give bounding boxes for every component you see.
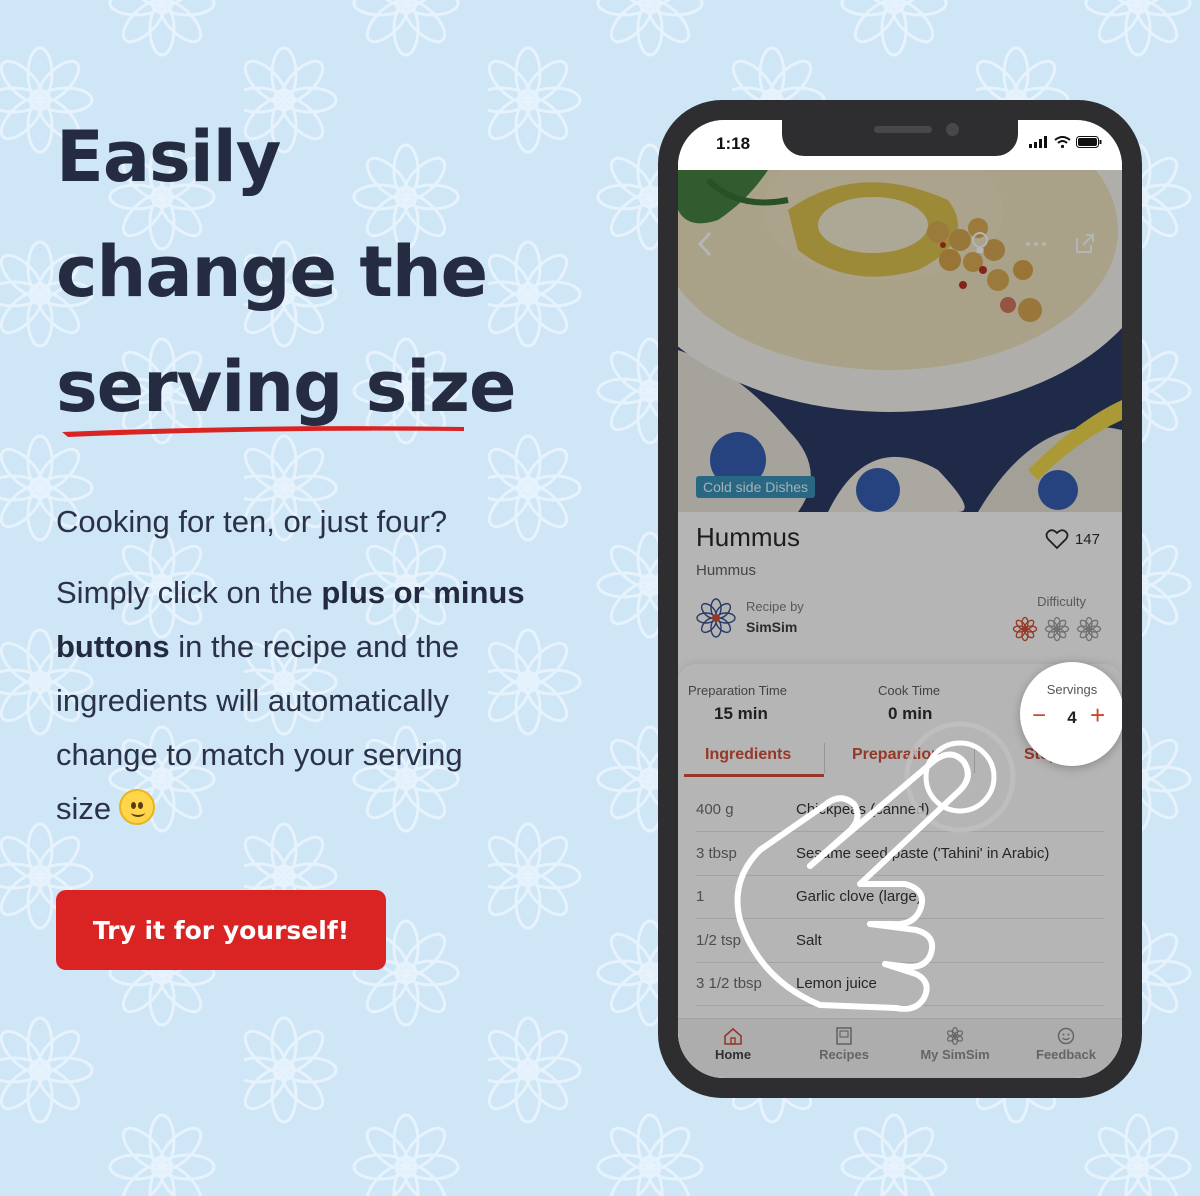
try-it-button[interactable]: Try it for yourself!: [56, 890, 386, 970]
category-tag[interactable]: Cold side Dishes: [696, 476, 816, 498]
recipe-subtitle: Hummus: [696, 562, 757, 579]
nav-my-simsim[interactable]: My SimSim: [905, 1027, 1005, 1062]
intro-question: Cooking for ten, or just four?: [56, 504, 448, 539]
wifi-icon: [1054, 136, 1071, 148]
lightbulb-icon[interactable]: [970, 230, 990, 258]
home-icon: [724, 1027, 742, 1045]
difficulty-label: Difficulty: [1037, 594, 1086, 609]
my-simsim-icon: [946, 1027, 964, 1045]
recipes-icon: [836, 1027, 852, 1045]
status-time: 1:18: [716, 134, 751, 153]
battery-icon: [1076, 136, 1102, 148]
notch: [782, 120, 1018, 156]
headline-line-2: change the: [56, 231, 488, 313]
more-icon[interactable]: [1024, 230, 1048, 258]
servings-control: Servings − 4 +: [1020, 662, 1122, 766]
like-count: 147: [1074, 530, 1100, 548]
headline-line-1: Easily: [56, 116, 281, 198]
author-name[interactable]: SimSim: [746, 619, 797, 635]
recipe-hero-image: [678, 170, 1122, 512]
nav-recipes-label: Recipes: [819, 1047, 869, 1062]
recipe-by-label: Recipe by: [746, 599, 804, 614]
nav-feedback[interactable]: Feedback: [1016, 1027, 1116, 1062]
nav-home[interactable]: Home: [683, 1027, 783, 1062]
headline: Easily change the serving size: [56, 100, 576, 445]
description: Simply click on the plus or minus button…: [56, 566, 526, 836]
tap-hand-icon: [734, 721, 1016, 1012]
servings-label: Servings: [1046, 682, 1098, 697]
smiley-emoji-icon: [119, 789, 156, 825]
share-icon[interactable]: [1074, 230, 1096, 258]
nav-home-label: Home: [714, 1047, 752, 1062]
hero-toolbar: [678, 230, 1122, 264]
hummus-photo-illustration: [678, 170, 1122, 512]
prep-time-label: Preparation Time: [688, 683, 787, 698]
status-bar: 1:18: [678, 120, 1122, 170]
servings-minus-button[interactable]: −: [1032, 702, 1046, 730]
bottom-navigation: Home Recipes My SimSim Feedback: [678, 1018, 1122, 1078]
simsim-logo-icon: [696, 598, 736, 638]
speaker-grille: [874, 126, 932, 133]
servings-value: 4: [1067, 708, 1077, 727]
nav-my-simsim-label: My SimSim: [920, 1047, 990, 1062]
system-icons: [1029, 136, 1102, 148]
heart-icon: [1045, 529, 1069, 550]
difficulty-flower-icon: [1012, 616, 1038, 642]
front-camera: [946, 123, 959, 136]
back-chevron-icon[interactable]: [696, 230, 714, 258]
nav-feedback-label: Feedback: [1036, 1047, 1096, 1062]
recipe-title: Hummus: [696, 522, 801, 552]
headline-underline: [62, 426, 464, 437]
like-button[interactable]: 147: [1045, 528, 1100, 550]
description-part-1: Simply click on the: [56, 575, 322, 610]
feedback-icon: [1057, 1027, 1075, 1045]
nav-recipes[interactable]: Recipes: [794, 1027, 894, 1062]
servings-plus-button[interactable]: +: [1090, 700, 1105, 731]
signal-icon: [1029, 136, 1047, 148]
difficulty-rating: [1012, 616, 1102, 642]
cook-time-label: Cook Time: [878, 683, 941, 698]
difficulty-flower-icon: [1076, 616, 1102, 642]
ingredient-quantity: 1: [696, 888, 705, 905]
difficulty-flower-icon: [1044, 616, 1070, 642]
